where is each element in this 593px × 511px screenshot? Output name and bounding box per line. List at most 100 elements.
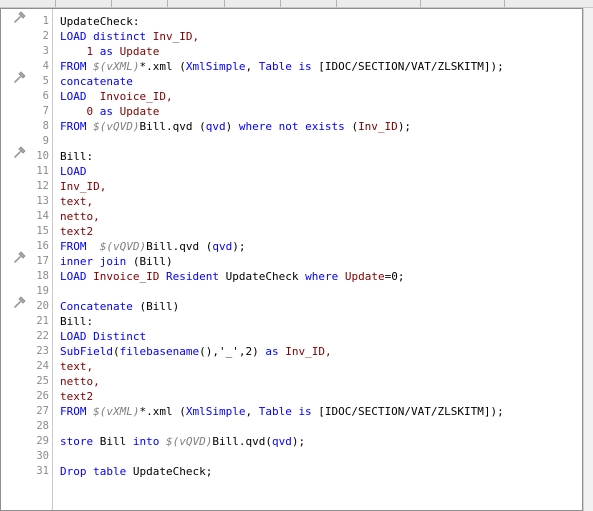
- line-number: 22: [36, 330, 49, 342]
- line-number: 21: [36, 315, 49, 327]
- code-token: Bill.qvd (: [146, 240, 213, 253]
- code-token: ,: [245, 405, 259, 418]
- code-token: ): [225, 120, 239, 133]
- code-token: netto,: [60, 375, 100, 388]
- code-token: into: [132, 435, 166, 448]
- section-marker-icon[interactable]: [13, 9, 27, 23]
- code-line[interactable]: LOAD Invoice_ID Resident UpdateCheck whe…: [60, 269, 404, 284]
- section-marker-icon[interactable]: [13, 294, 27, 308]
- code-token: concatenate: [60, 75, 133, 88]
- line-number: 10: [36, 150, 49, 162]
- code-token: Bill.qvd (: [139, 120, 206, 133]
- code-line[interactable]: FROM $(vXML)*.xml (XmlSimple, Table is […: [60, 59, 504, 74]
- code-token: where not exists: [238, 120, 352, 133]
- code-line[interactable]: text,: [60, 194, 93, 209]
- column-divider: [420, 0, 421, 7]
- code-line[interactable]: Concatenate (Bill): [60, 299, 179, 314]
- column-header-strip: [0, 0, 593, 8]
- code-token: FROM: [60, 120, 94, 133]
- code-line[interactable]: Bill:: [60, 149, 93, 164]
- code-line[interactable]: text,: [60, 359, 93, 374]
- code-token: );: [232, 240, 246, 253]
- code-token: Table is: [258, 405, 312, 418]
- code-line[interactable]: FROM $(vQVD)Bill.qvd (qvd);: [60, 239, 245, 254]
- code-token: netto,: [60, 210, 100, 223]
- line-number: 14: [36, 210, 49, 222]
- code-token: text2: [60, 225, 94, 238]
- code-token: text,: [60, 195, 94, 208]
- line-number: 18: [36, 270, 49, 282]
- code-token: Bill: [99, 435, 133, 448]
- code-line[interactable]: LOAD distinct Inv_ID,: [60, 29, 199, 44]
- code-line[interactable]: FROM $(vQVD)Bill.qvd (qvd) where not exi…: [60, 119, 411, 134]
- code-line[interactable]: FROM $(vXML)*.xml (XmlSimple, Table is […: [60, 404, 504, 419]
- code-token: UpdateCheck;: [132, 465, 213, 478]
- code-token: as: [99, 45, 120, 58]
- code-token: Update: [119, 45, 160, 58]
- code-token: UpdateCheck:: [60, 15, 140, 28]
- code-line[interactable]: Inv_ID,: [60, 179, 106, 194]
- code-token: where: [305, 270, 345, 283]
- line-number: 27: [36, 405, 49, 417]
- line-number: 20: [36, 300, 49, 312]
- code-line[interactable]: text2: [60, 224, 93, 239]
- code-token: Bill:: [60, 315, 94, 328]
- line-number: 8: [42, 120, 49, 132]
- code-line[interactable]: netto,: [60, 209, 100, 224]
- section-marker-icon[interactable]: [13, 249, 27, 263]
- code-line[interactable]: 1 as Update: [60, 44, 159, 59]
- code-line[interactable]: inner join (Bill): [60, 254, 173, 269]
- code-line[interactable]: LOAD: [60, 164, 87, 179]
- code-token: Bill:: [60, 150, 94, 163]
- line-number: 16: [36, 240, 49, 252]
- code-token: Inv_ID,: [285, 345, 332, 358]
- line-number: 29: [36, 435, 49, 447]
- code-token: as: [99, 105, 120, 118]
- line-number: 13: [36, 195, 49, 207]
- line-number: 24: [36, 360, 49, 372]
- code-token: UpdateCheck: [225, 270, 306, 283]
- column-divider: [111, 0, 112, 7]
- code-line[interactable]: LOAD Distinct: [60, 329, 146, 344]
- line-number: 26: [36, 390, 49, 402]
- code-line[interactable]: LOAD Invoice_ID,: [60, 89, 173, 104]
- code-line[interactable]: netto,: [60, 374, 100, 389]
- code-line[interactable]: store Bill into $(vQVD)Bill.qvd(qvd);: [60, 434, 305, 449]
- code-token: XmlSimple: [185, 405, 246, 418]
- code-token: SubField: [60, 345, 113, 358]
- line-number: 19: [36, 285, 49, 297]
- column-divider: [504, 0, 505, 7]
- code-area[interactable]: UpdateCheck: LOAD distinct Inv_ID, 1 as U…: [60, 9, 582, 510]
- script-editor[interactable]: 1 2 3 4 5 6 7 8 9 10 11 12 13 14 15 16 17 18 19 20 21 22 23 24 2…: [0, 8, 583, 511]
- code-token: Bill.qvd(: [212, 435, 272, 448]
- column-divider: [280, 0, 281, 7]
- code-token: Invoice_ID: [93, 270, 166, 283]
- section-marker-icon[interactable]: [13, 69, 27, 83]
- marker-gutter[interactable]: [1, 9, 35, 510]
- code-token: =0;: [384, 270, 405, 283]
- code-line[interactable]: SubField(filebasename(),'_',2) as Inv_ID…: [60, 344, 332, 359]
- vertical-scrollbar[interactable]: [583, 8, 593, 511]
- code-token: Inv_ID,: [152, 30, 200, 43]
- code-line[interactable]: UpdateCheck:: [60, 14, 139, 29]
- code-line[interactable]: 0 as Update: [60, 104, 159, 119]
- code-line[interactable]: Bill:: [60, 314, 93, 329]
- line-number: 17: [36, 255, 49, 267]
- code-line[interactable]: Drop table UpdateCheck;: [60, 464, 212, 479]
- section-marker-icon[interactable]: [13, 144, 27, 158]
- code-token: Table is: [258, 60, 312, 73]
- code-token: FROM: [60, 405, 94, 418]
- line-number: 5: [42, 75, 49, 87]
- code-line[interactable]: text2: [60, 389, 93, 404]
- code-token: LOAD: [60, 90, 100, 103]
- code-token: 1: [60, 45, 100, 58]
- code-line[interactable]: concatenate: [60, 74, 133, 89]
- code-token: Update: [119, 105, 160, 118]
- line-number: 6: [42, 90, 49, 102]
- code-token: (),'_',2): [199, 345, 266, 358]
- code-token: ,: [245, 60, 259, 73]
- code-token: [IDOC/SECTION/VAT/ZLSKITM]);: [311, 405, 504, 418]
- line-number: 30: [36, 450, 49, 462]
- code-token: $(vXML): [93, 405, 140, 418]
- line-number: 28: [36, 420, 49, 432]
